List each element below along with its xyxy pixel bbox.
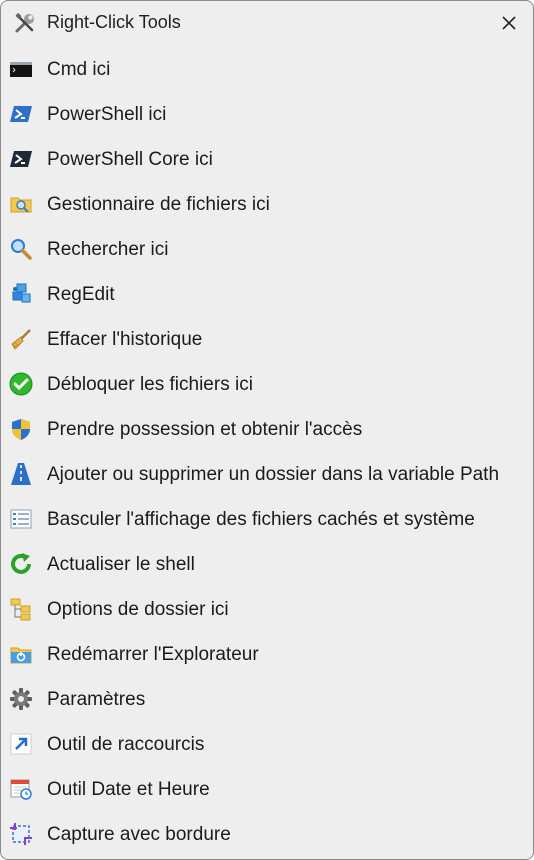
title-bar: Right-Click Tools [1, 1, 533, 45]
search-icon [9, 237, 33, 261]
tools-menu: Cmd ici PowerShell ici PowerShell Core i… [1, 47, 533, 857]
shortcut-arrow-icon [9, 732, 33, 756]
menu-item-unblock-files[interactable]: Débloquer les fichiers ici [1, 362, 533, 407]
regedit-icon [9, 282, 33, 306]
refresh-icon [9, 552, 33, 576]
shield-icon [9, 417, 33, 441]
menu-item-label: Capture avec bordure [47, 824, 231, 845]
menu-item-label: Ajouter ou supprimer un dossier dans la … [47, 464, 500, 485]
menu-item-settings[interactable]: Paramètres [1, 677, 533, 722]
menu-item-file-manager[interactable]: Gestionnaire de fichiers ici [1, 182, 533, 227]
menu-item-restart-explorer[interactable]: Redémarrer l'Explorateur [1, 632, 533, 677]
folder-options-icon [9, 597, 33, 621]
menu-item-label: Rechercher ici [47, 239, 169, 260]
tools-icon [13, 11, 37, 35]
path-road-icon [9, 462, 33, 486]
calendar-clock-icon [9, 777, 33, 801]
menu-item-toggle-hidden-files[interactable]: Basculer l'affichage des fichiers cachés… [1, 497, 533, 542]
menu-item-label: PowerShell Core ici [47, 149, 213, 170]
menu-item-clear-history[interactable]: Effacer l'historique [1, 317, 533, 362]
menu-item-label: Gestionnaire de fichiers ici [47, 194, 270, 215]
menu-item-date-time-tool[interactable]: Outil Date et Heure [1, 767, 533, 812]
right-click-tools-window: Right-Click Tools Cmd ici PowerShell ici… [0, 0, 534, 860]
list-icon [9, 507, 33, 531]
close-icon [501, 15, 517, 31]
menu-item-label: Redémarrer l'Explorateur [47, 644, 259, 665]
close-button[interactable] [495, 9, 523, 37]
menu-item-label: Outil de raccourcis [47, 734, 205, 755]
menu-item-label: Paramètres [47, 689, 146, 710]
window-title: Right-Click Tools [47, 12, 181, 32]
menu-item-label: RegEdit [47, 284, 115, 305]
menu-item-take-ownership[interactable]: Prendre possession et obtenir l'accès [1, 407, 533, 452]
menu-item-shortcut-tool[interactable]: Outil de raccourcis [1, 722, 533, 767]
menu-item-label: Outil Date et Heure [47, 779, 210, 800]
menu-item-capture-border[interactable]: Capture avec bordure [1, 812, 533, 857]
menu-item-folder-options[interactable]: Options de dossier ici [1, 587, 533, 632]
menu-item-refresh-shell[interactable]: Actualiser le shell [1, 542, 533, 587]
menu-item-label: Basculer l'affichage des fichiers cachés… [47, 509, 475, 530]
menu-item-label: Cmd ici [47, 59, 111, 80]
menu-item-label: Débloquer les fichiers ici [47, 374, 253, 395]
menu-item-label: Effacer l'historique [47, 329, 203, 350]
menu-item-label: Options de dossier ici [47, 599, 229, 620]
gear-icon [9, 687, 33, 711]
file-manager-icon [9, 192, 33, 216]
menu-item-powershell[interactable]: PowerShell ici [1, 92, 533, 137]
check-icon [9, 372, 33, 396]
restart-explorer-icon [9, 642, 33, 666]
broom-icon [9, 327, 33, 351]
powershell-icon [9, 102, 33, 126]
menu-item-label: Prendre possession et obtenir l'accès [47, 419, 363, 440]
menu-item-label: Actualiser le shell [47, 554, 195, 575]
cmd-icon [9, 57, 33, 81]
menu-item-search[interactable]: Rechercher ici [1, 227, 533, 272]
menu-item-path-variable[interactable]: Ajouter ou supprimer un dossier dans la … [1, 452, 533, 497]
menu-item-label: PowerShell ici [47, 104, 167, 125]
menu-item-cmd[interactable]: Cmd ici [1, 47, 533, 92]
menu-item-regedit[interactable]: RegEdit [1, 272, 533, 317]
capture-icon [9, 822, 33, 846]
menu-item-powershell-core[interactable]: PowerShell Core ici [1, 137, 533, 182]
powershell-core-icon [9, 147, 33, 171]
